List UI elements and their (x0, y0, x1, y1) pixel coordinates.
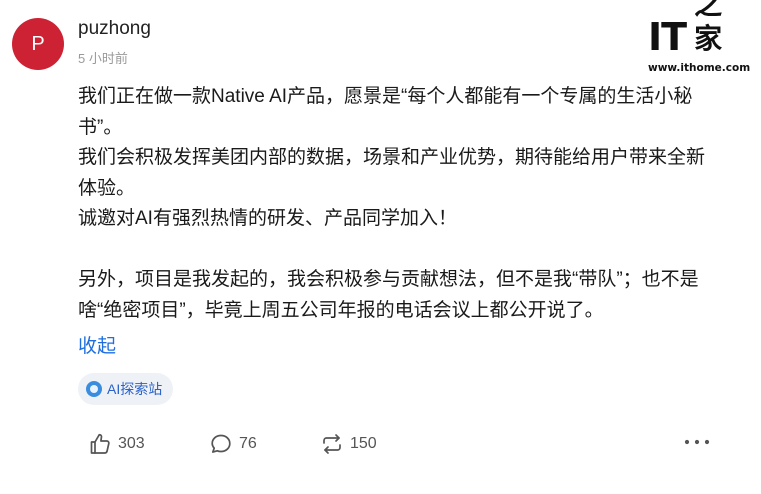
repost-count: 150 (350, 435, 377, 452)
username[interactable]: puzhong (78, 18, 151, 40)
comment-count: 76 (239, 435, 257, 452)
like-button[interactable]: 303 (88, 432, 145, 456)
topic-tag[interactable]: AI探索站 (78, 373, 174, 405)
post-card: P puzhong 5 小时前 IT 之家 www.ithome.com 我们正… (0, 0, 761, 494)
ithome-watermark-logo: IT 之家 www.ithome.com (648, 0, 751, 74)
collapse-link[interactable]: 收起 (78, 331, 116, 358)
repost-arrows-icon (323, 434, 341, 454)
post-paragraph: 诚邀对AI有强烈热情的研发、产品同学加入！ (78, 208, 457, 229)
post-paragraph: 另外，项目是我发起的，我会积极参与贡献想法，但不是我“带队”；也不是啥“绝密项目… (78, 269, 699, 321)
logo-url: www.ithome.com (648, 62, 751, 74)
topic-tag-label: AI探索站 (107, 381, 163, 397)
logo-mark: IT 之家 (648, 0, 750, 59)
logo-cn-text: 之家 (694, 0, 723, 55)
more-button[interactable] (684, 438, 710, 446)
like-count: 303 (118, 435, 145, 452)
post-paragraph: 我们会积极发挥美团内部的数据，场景和产业优势，期待能给用户带来全新体验。 (78, 147, 706, 199)
post-body: 我们正在做一款Native AI产品，愿景是“每个人都能有一个专属的生活小秘书”… (78, 82, 718, 326)
timestamp: 5 小时前 (78, 51, 128, 66)
avatar[interactable]: P (12, 18, 64, 70)
more-dots-icon (684, 439, 710, 445)
thumbs-up-icon (90, 433, 110, 454)
comment-button[interactable]: 76 (209, 432, 257, 456)
post-paragraph: 我们正在做一款Native AI产品，愿景是“每个人都能有一个专属的生活小秘书”… (78, 86, 693, 138)
speech-bubble-icon (211, 434, 231, 453)
logo-it-text: IT (648, 15, 687, 59)
repost-button[interactable]: 150 (320, 432, 377, 456)
topic-circle-icon (86, 381, 102, 397)
action-bar: 303 76 150 (0, 432, 761, 462)
